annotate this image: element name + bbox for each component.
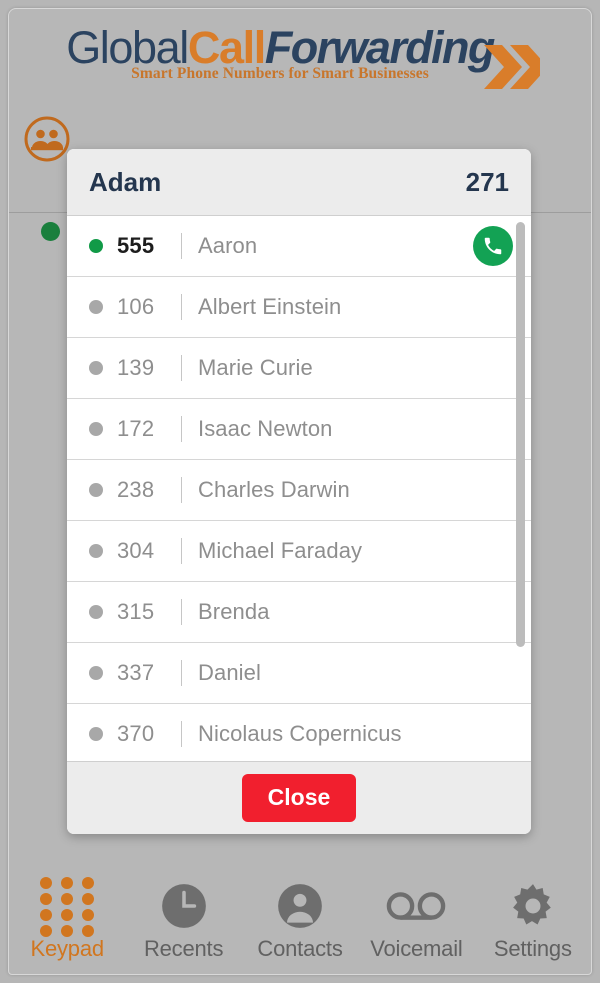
nav-label: Voicemail — [370, 936, 463, 961]
contact-extension: 555 — [117, 233, 155, 258]
contact-separator — [181, 416, 182, 442]
contact-row[interactable]: 555 Aaron — [67, 216, 531, 277]
status-dot-offline — [89, 544, 103, 558]
contact-row[interactable]: 370 Nicolaus Copernicus — [67, 704, 531, 761]
status-dot-online — [89, 239, 103, 253]
contact-row[interactable]: 337 Daniel — [67, 643, 531, 704]
contact-row[interactable]: 106 Albert Einstein — [67, 277, 531, 338]
contact-list-scrollbar[interactable] — [516, 220, 525, 757]
contact-extension: 337 — [117, 660, 155, 685]
nav-label: Keypad — [30, 936, 104, 961]
contact-row[interactable]: 315 Brenda — [67, 582, 531, 643]
nav-label: Contacts — [257, 936, 343, 961]
contact-extension: 106 — [117, 294, 155, 319]
modal-title: Adam — [89, 166, 162, 197]
contact-separator — [181, 721, 182, 747]
contacts-group-icon[interactable] — [23, 115, 71, 163]
presence-status-dot — [41, 222, 60, 241]
contact-name: Marie Curie — [198, 355, 313, 380]
logo: GlobalCallForwarding Smart Phone Numbers… — [66, 23, 540, 89]
clock-icon — [161, 884, 206, 928]
nav-item-settings[interactable]: Settings — [475, 880, 591, 974]
contact-separator — [181, 477, 182, 503]
contact-separator — [181, 294, 182, 320]
contact-row[interactable]: 172 Isaac Newton — [67, 399, 531, 460]
keypad-icon — [39, 876, 95, 937]
nav-item-contacts[interactable]: Contacts — [242, 880, 358, 974]
nav-item-voicemail[interactable]: Voicemail — [358, 880, 474, 974]
voicemail-icon — [387, 892, 446, 920]
voicemail-icon — [386, 880, 446, 932]
status-dot-offline — [89, 605, 103, 619]
contact-name: Charles Darwin — [198, 477, 350, 502]
gear-icon — [512, 884, 551, 925]
contact-row[interactable]: 139 Marie Curie — [67, 338, 531, 399]
contact-name: Nicolaus Copernicus — [198, 721, 402, 746]
status-dot-offline — [89, 666, 103, 680]
modal-header: Adam 271 — [67, 149, 531, 216]
contact-separator — [181, 660, 182, 686]
contact-extension: 370 — [117, 721, 155, 746]
status-dot-offline — [89, 361, 103, 375]
contact-name: Albert Einstein — [198, 294, 342, 319]
contact-extension: 304 — [117, 538, 155, 563]
contact-name: Michael Faraday — [198, 538, 363, 563]
status-dot-offline — [89, 422, 103, 436]
modal-footer: Close — [67, 761, 531, 834]
contact-separator — [181, 355, 182, 381]
keypad-icon — [39, 876, 95, 937]
contact-separator — [181, 538, 182, 564]
contact-row[interactable]: 238 Charles Darwin — [67, 460, 531, 521]
scrollbar-thumb[interactable] — [516, 222, 525, 647]
status-dot-offline — [89, 727, 103, 741]
contact-name: Daniel — [198, 660, 261, 685]
softphone-app-frame: GlobalCallForwarding Smart Phone Numbers… — [8, 8, 592, 975]
contact-list[interactable]: 555 Aaron 106 Albert Einstein 139 Marie Curie… — [67, 216, 531, 761]
nav-label: Recents — [143, 936, 224, 961]
nav-item-keypad[interactable]: Keypad — [9, 876, 125, 974]
nav-item-recents[interactable]: Recents — [125, 880, 241, 974]
contact-extension: 238 — [117, 477, 155, 502]
contact-extension: 172 — [117, 416, 155, 441]
call-button[interactable] — [473, 226, 513, 266]
contact-separator — [181, 599, 182, 625]
contact-row[interactable]: 304 Michael Faraday — [67, 521, 531, 582]
contact-name: Isaac Newton — [198, 416, 333, 441]
status-dot-offline — [89, 300, 103, 314]
close-button[interactable]: Close — [241, 774, 357, 822]
contact-name: Brenda — [198, 599, 270, 624]
contacts-modal: Adam 271 555 Aaron 106 Albert Einstein 139 Ma… — [67, 149, 531, 834]
double-chevron-icon — [483, 45, 540, 89]
group-people-icon — [24, 116, 70, 162]
contact-extension: 139 — [117, 355, 155, 380]
status-dot-offline — [89, 483, 103, 497]
modal-extension-count: 271 — [465, 166, 509, 197]
bottom-navigation: Keypad Recents Contacts Voicemail Settings — [9, 862, 591, 974]
person-icon — [275, 880, 325, 932]
nav-label: Settings — [493, 936, 572, 961]
contact-separator — [181, 233, 182, 259]
gear-icon — [508, 880, 558, 932]
clock-icon — [159, 880, 209, 932]
contact-extension: 315 — [117, 599, 155, 624]
contact-name: Aaron — [198, 233, 258, 258]
brand-header: GlobalCallForwarding Smart Phone Numbers… — [9, 9, 591, 97]
person-icon — [278, 884, 322, 928]
phone-icon — [484, 237, 502, 255]
